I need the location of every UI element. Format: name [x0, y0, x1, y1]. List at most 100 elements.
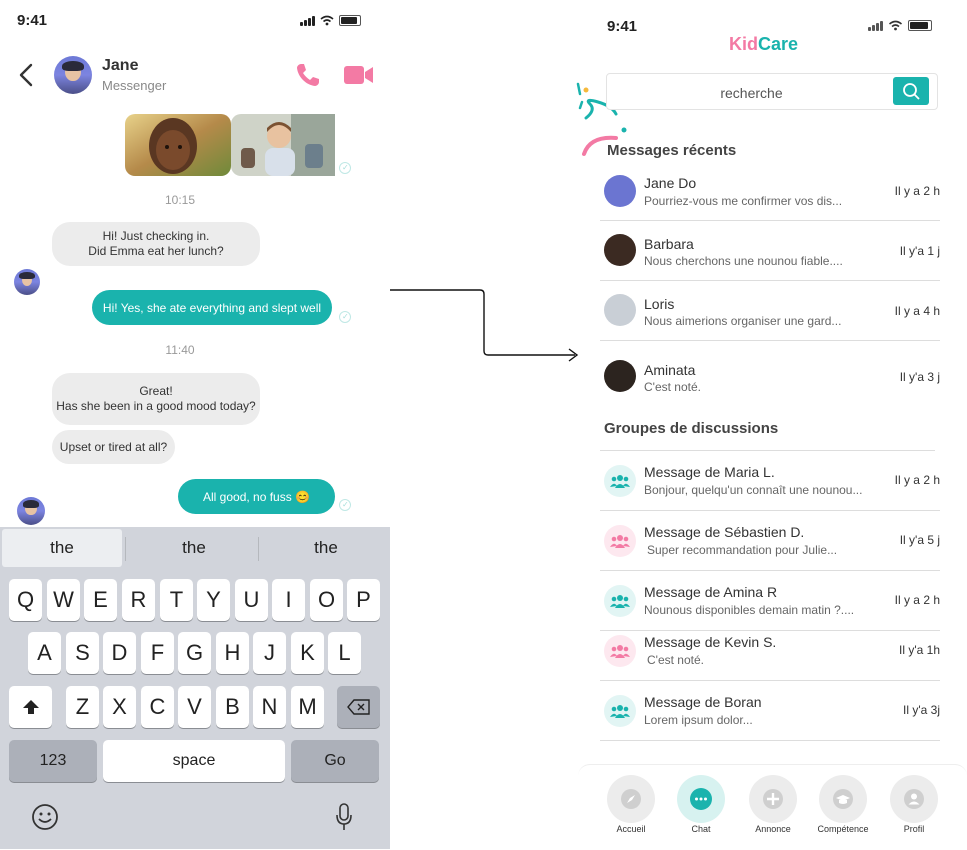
shared-photo-toddler[interactable]: [231, 114, 335, 176]
key-y[interactable]: Y: [197, 579, 230, 621]
conversation-row[interactable]: Jane Do Pourriez-vous me confirmer vos d…: [600, 166, 940, 221]
group-conversation-row[interactable]: Message de Maria L. Bonjour, quelqu'un c…: [600, 451, 940, 511]
timestamp-separator: 10:15: [164, 193, 196, 207]
group-avatar: [604, 525, 636, 557]
wifi-icon: [888, 20, 903, 31]
flow-arrow: [390, 289, 579, 362]
key-s[interactable]: S: [66, 632, 99, 674]
key-f[interactable]: F: [141, 632, 174, 674]
conversation-time: Il y a 4 h: [894, 304, 940, 318]
key-i[interactable]: I: [272, 579, 305, 621]
key-w[interactable]: W: [47, 579, 80, 621]
search-bar: [606, 73, 938, 111]
outgoing-message-bubble: All good, no fuss 😊: [178, 479, 335, 514]
key-e[interactable]: E: [84, 579, 117, 621]
group-time: Il y'a 1h: [899, 643, 940, 657]
nav-label: Profil: [903, 824, 925, 834]
key-r[interactable]: R: [122, 579, 155, 621]
suggestion-item[interactable]: the: [2, 529, 122, 567]
back-chevron-icon[interactable]: [18, 63, 34, 87]
emoji-icon[interactable]: [31, 803, 59, 831]
key-t[interactable]: T: [160, 579, 193, 621]
group-icon: [610, 595, 630, 608]
search-input[interactable]: [607, 74, 896, 111]
phone-call-icon[interactable]: [295, 62, 321, 88]
key-g[interactable]: G: [178, 632, 211, 674]
key-q[interactable]: Q: [9, 579, 42, 621]
status-icons: [868, 20, 932, 31]
group-preview: Nounous disponibles demain matin ?....: [644, 603, 855, 617]
key-u[interactable]: U: [235, 579, 268, 621]
key-c[interactable]: C: [141, 686, 174, 728]
nav-item-accueil[interactable]: Accueil: [596, 775, 666, 834]
suggestion-divider: [258, 537, 259, 561]
key-v[interactable]: V: [178, 686, 211, 728]
key-p[interactable]: P: [347, 579, 380, 621]
group-time: Il y a 2 h: [894, 593, 940, 607]
user-icon: [890, 775, 938, 823]
conversation-name: Jane Do: [644, 175, 697, 191]
numbers-key[interactable]: 123: [9, 740, 97, 782]
group-time: Il y'a 5 j: [899, 533, 940, 547]
conversation-row[interactable]: Barbara Nous cherchons une nounou fiable…: [600, 221, 940, 281]
nav-label: Annonce: [755, 824, 791, 834]
signal-icon: [300, 16, 315, 26]
nav-item-competence[interactable]: Compétence: [808, 775, 878, 834]
key-l[interactable]: L: [328, 632, 361, 674]
search-button[interactable]: [893, 77, 929, 105]
nav-item-annonce[interactable]: Annonce: [738, 775, 808, 834]
conversation-time: Il y'a 3 j: [899, 370, 940, 384]
key-n[interactable]: N: [253, 686, 286, 728]
key-d[interactable]: D: [103, 632, 136, 674]
plus-icon: [749, 775, 797, 823]
key-b[interactable]: B: [216, 686, 249, 728]
battery-icon: [908, 20, 932, 31]
group-icon: [610, 535, 630, 548]
timestamp-separator: 11:40: [165, 343, 195, 357]
message-line: Hi! Just checking in.: [102, 229, 210, 243]
group-conversation-row[interactable]: Message de Boran Lorem ipsum dolor... Il…: [600, 681, 940, 741]
avatar: [604, 234, 636, 266]
group-icon: [610, 705, 630, 718]
go-key[interactable]: Go: [291, 740, 379, 782]
shift-key[interactable]: [9, 686, 52, 728]
suggestion-divider: [125, 537, 126, 561]
group-conversation-row[interactable]: Message de Sébastien D. Super recommanda…: [600, 511, 940, 571]
key-z[interactable]: Z: [66, 686, 99, 728]
discussion-groups-title: Groupes de discussions: [604, 420, 779, 437]
sender-avatar: [17, 497, 45, 525]
video-call-icon[interactable]: [344, 65, 374, 85]
row-divider: [600, 740, 940, 741]
key-h[interactable]: H: [216, 632, 249, 674]
logo-kid: Kid: [729, 34, 758, 54]
suggestion-item[interactable]: the: [262, 527, 390, 568]
nav-item-chat[interactable]: Chat: [666, 775, 736, 834]
group-name: Message de Sébastien D.: [644, 524, 805, 540]
microphone-icon[interactable]: [335, 803, 353, 831]
suggestion-item[interactable]: the: [130, 527, 258, 568]
contact-avatar[interactable]: [54, 56, 92, 94]
key-a[interactable]: A: [28, 632, 61, 674]
group-conversation-row[interactable]: Message de Kevin S. C'est noté. Il y'a 1…: [600, 631, 940, 681]
battery-icon: [339, 15, 361, 26]
message-line: Has she been in a good mood today?: [56, 399, 256, 413]
nav-item-profil[interactable]: Profil: [879, 775, 949, 834]
key-k[interactable]: K: [291, 632, 324, 674]
space-key[interactable]: space: [103, 740, 285, 782]
key-o[interactable]: O: [310, 579, 343, 621]
shared-photo-child[interactable]: [125, 114, 231, 176]
key-m[interactable]: M: [291, 686, 324, 728]
group-conversation-row[interactable]: Message de Amina R Nounous disponibles d…: [600, 571, 940, 631]
app-logo: KidCare: [729, 34, 798, 55]
incoming-message-bubble: Great! Has she been in a good mood today…: [52, 373, 260, 425]
backspace-key[interactable]: [337, 686, 380, 728]
status-time: 9:41: [607, 18, 638, 35]
conversation-row[interactable]: Loris Nous aimerions organiser une gard.…: [600, 281, 940, 341]
conversation-row[interactable]: Aminata C'est noté. Il y'a 3 j: [600, 341, 940, 401]
avatar: [604, 294, 636, 326]
key-x[interactable]: X: [103, 686, 136, 728]
avatar: [604, 175, 636, 207]
key-j[interactable]: J: [253, 632, 286, 674]
recent-messages-title: Messages récents: [607, 142, 737, 159]
incoming-message-bubble: Hi! Just checking in. Did Emma eat her l…: [52, 222, 260, 266]
